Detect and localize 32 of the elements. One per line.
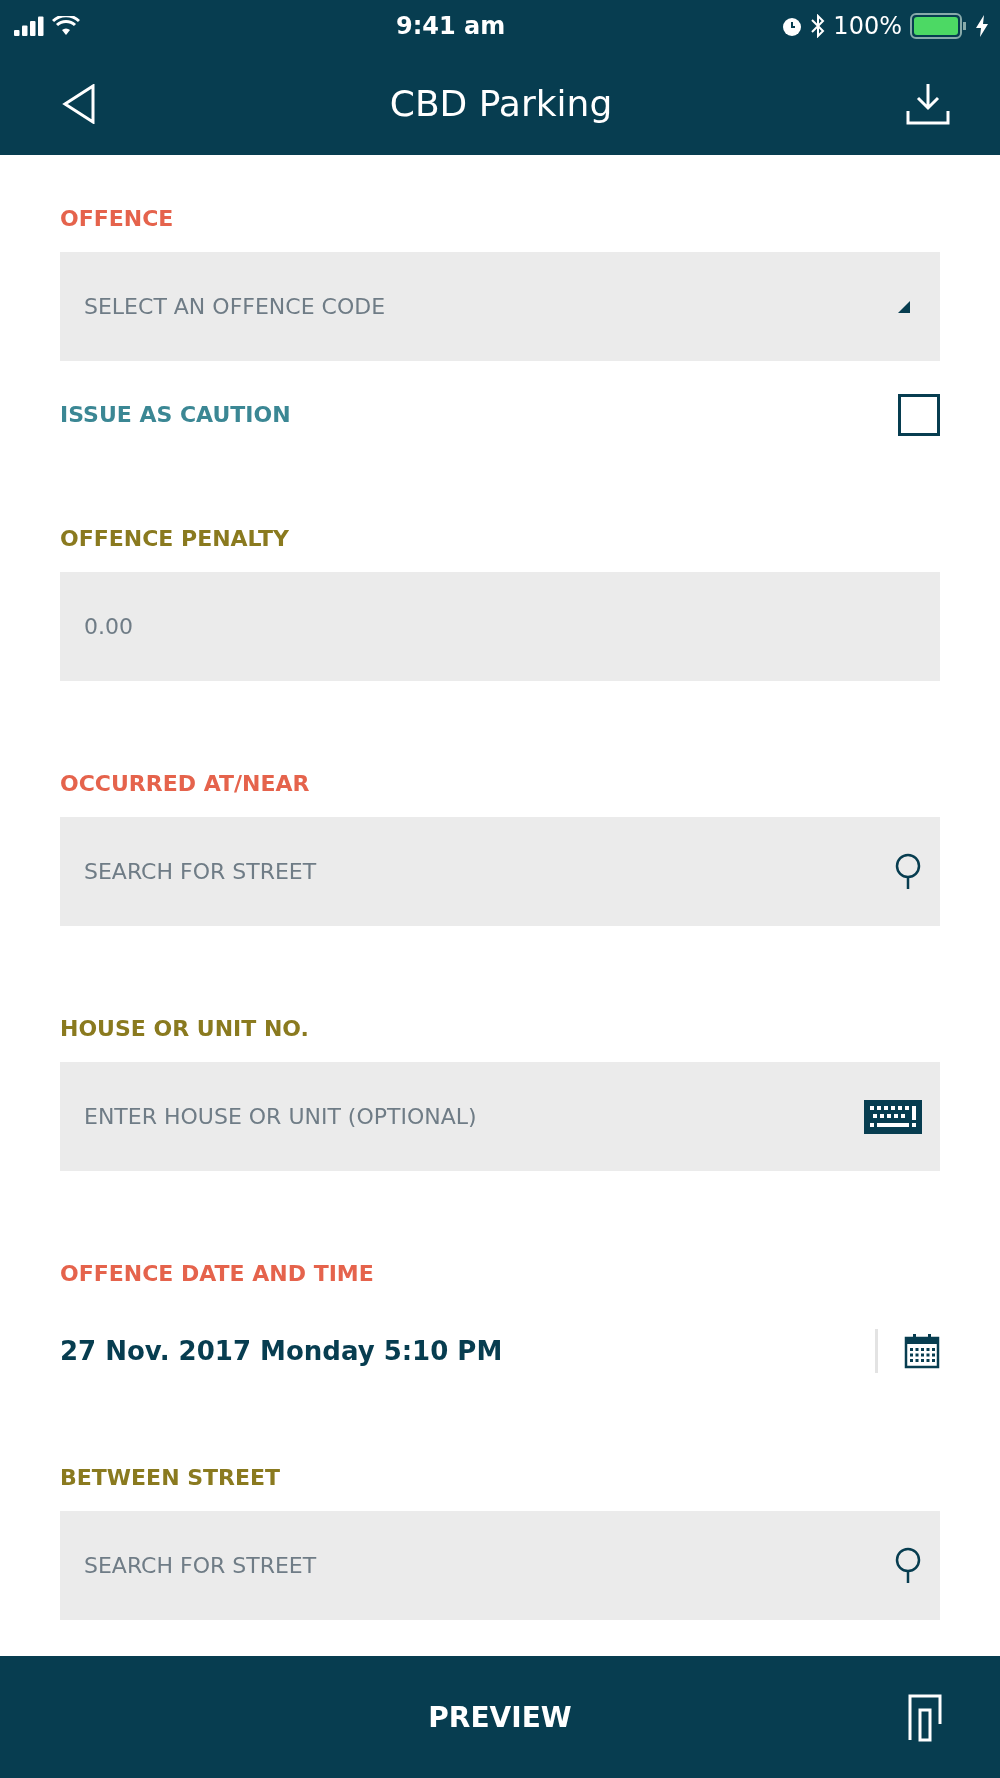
back-icon[interactable] — [62, 83, 96, 124]
preview-button[interactable]: PREVIEW — [408, 1690, 592, 1744]
dropdown-icon — [898, 300, 910, 313]
caution-checkbox[interactable] — [898, 394, 940, 436]
input-field[interactable]: ENTER HOUSE OR UNIT (OPTIONAL) — [60, 1062, 940, 1171]
date-time-value[interactable]: 27 Nov. 2017 Monday 5:10 PM — [60, 1336, 875, 1366]
header-title: CBD Parking — [389, 83, 613, 124]
search-icon[interactable] — [894, 1546, 922, 1585]
signal-icon — [14, 16, 44, 36]
field-label: OFFENCE — [60, 205, 175, 233]
field-label: OCCURRED AT/NEAR — [60, 770, 311, 798]
field-label: BETWEEN STREET — [60, 1464, 282, 1492]
charging-icon — [976, 15, 988, 37]
input-field[interactable]: SEARCH FOR STREET — [60, 1511, 940, 1620]
battery-percentage: 100% — [833, 12, 902, 40]
field-label: OFFENCE DATE AND TIME — [60, 1260, 375, 1288]
paperclip-icon[interactable] — [908, 1694, 942, 1742]
input-field[interactable]: SEARCH FOR STREET — [60, 817, 940, 926]
offence-code-dropdown[interactable]: SELECT AN OFFENCE CODE — [60, 252, 940, 361]
status-time: 9:41 am — [396, 12, 506, 40]
download-icon[interactable] — [906, 82, 950, 125]
field-label: ISSUE AS CAUTION — [60, 401, 291, 429]
search-icon[interactable] — [894, 852, 922, 891]
input-field[interactable]: 0.00 — [60, 572, 940, 681]
field-label: HOUSE OR UNIT NO. — [60, 1015, 310, 1043]
field-label: OFFENCE PENALTY — [60, 525, 290, 553]
wifi-icon — [52, 16, 80, 36]
alarm-icon — [781, 15, 804, 37]
battery-icon — [910, 13, 968, 39]
keyboard-icon[interactable] — [864, 1099, 922, 1134]
bluetooth-icon — [811, 14, 826, 38]
calendar-icon[interactable] — [904, 1333, 940, 1369]
